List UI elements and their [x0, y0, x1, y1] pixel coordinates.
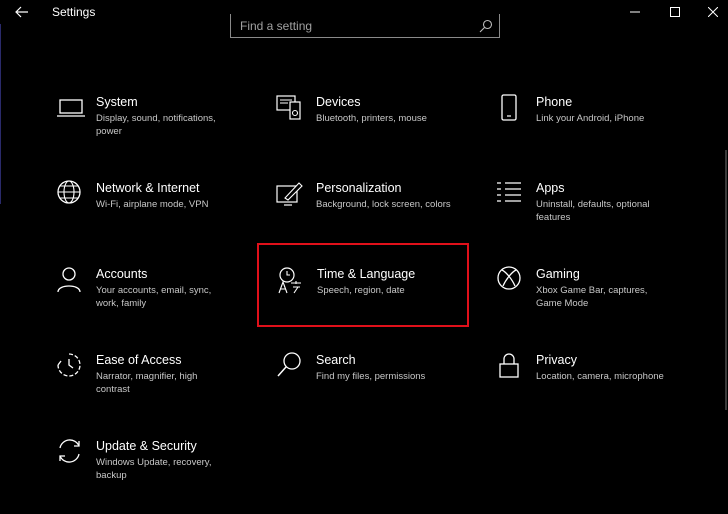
back-arrow-icon	[15, 6, 28, 18]
window-title: Settings	[52, 5, 96, 19]
window-edge	[0, 24, 1, 204]
tile-description: Uninstall, defaults, optional features	[536, 199, 650, 223]
minimize-icon	[630, 11, 640, 13]
settings-tile-accounts[interactable]: Accounts Your accounts, email, sync, wor…	[56, 266, 266, 342]
settings-tile-ease-of-access[interactable]: Ease of Access Narrator, magnifier, high…	[56, 352, 266, 428]
tile-label: Apps	[536, 181, 565, 195]
tile-description: Background, lock screen, colors	[316, 199, 451, 210]
tile-label: Privacy	[536, 353, 577, 367]
tile-label: Accounts	[96, 267, 148, 281]
paint-pen-icon	[276, 180, 306, 210]
highlight-annotation	[257, 243, 469, 327]
tile-label: Update & Security	[96, 439, 197, 453]
tile-description: Display, sound, notifications, power	[96, 113, 216, 137]
ease-of-access-icon	[56, 352, 86, 382]
tile-label: Devices	[316, 95, 361, 109]
search-icon	[276, 352, 306, 382]
settings-tile-gaming[interactable]: Gaming Xbox Game Bar, captures, Game Mod…	[496, 266, 706, 342]
tile-label: System	[96, 95, 138, 109]
tile-description: Find my files, permissions	[316, 371, 426, 382]
tile-label: Ease of Access	[96, 353, 182, 367]
tile-description: Windows Update, recovery, backup	[96, 457, 212, 481]
keyboard-speaker-icon	[276, 94, 306, 124]
tile-description: Link your Android, iPhone	[536, 113, 645, 124]
settings-tile-network[interactable]: Network & Internet Wi-Fi, airplane mode,…	[56, 180, 266, 256]
scrollbar[interactable]	[725, 150, 727, 410]
sync-arrows-icon	[56, 438, 86, 468]
maximize-button[interactable]	[656, 0, 694, 24]
phone-icon	[496, 94, 526, 124]
tile-description: Your accounts, email, sync, work, family	[96, 285, 212, 309]
tile-description: Location, camera, microphone	[536, 371, 664, 382]
settings-tile-search[interactable]: Search Find my files, permissions	[276, 352, 486, 428]
xbox-icon	[496, 266, 526, 296]
tile-label: Gaming	[536, 267, 580, 281]
tile-label: Personalization	[316, 181, 402, 195]
laptop-icon	[56, 94, 86, 124]
lock-icon	[496, 352, 526, 382]
close-icon	[708, 7, 718, 17]
tile-description: Bluetooth, printers, mouse	[316, 113, 427, 124]
tile-description: Wi-Fi, airplane mode, VPN	[96, 199, 209, 210]
search-box[interactable]	[230, 14, 500, 38]
settings-tile-phone[interactable]: Phone Link your Android, iPhone	[496, 94, 706, 170]
settings-tile-system[interactable]: System Display, sound, notifications, po…	[56, 94, 266, 170]
apps-list-icon	[496, 180, 526, 210]
search-icon[interactable]	[479, 19, 493, 33]
settings-tile-apps[interactable]: Apps Uninstall, defaults, optional featu…	[496, 180, 706, 256]
tile-label: Phone	[536, 95, 573, 109]
maximize-icon	[670, 7, 680, 17]
search-input[interactable]	[240, 18, 470, 34]
minimize-button[interactable]	[616, 0, 654, 24]
tile-label: Network & Internet	[96, 181, 200, 195]
tile-description: Narrator, magnifier, high contrast	[96, 371, 198, 395]
person-icon	[56, 266, 86, 296]
close-button[interactable]	[694, 0, 728, 24]
globe-icon	[56, 180, 86, 210]
settings-tile-devices[interactable]: Devices Bluetooth, printers, mouse	[276, 94, 486, 170]
settings-tile-update-security[interactable]: Update & Security Windows Update, recove…	[56, 438, 266, 514]
back-button[interactable]	[8, 2, 36, 22]
tile-label: Search	[316, 353, 356, 367]
tile-description: Xbox Game Bar, captures, Game Mode	[536, 285, 648, 309]
settings-tile-privacy[interactable]: Privacy Location, camera, microphone	[496, 352, 706, 428]
